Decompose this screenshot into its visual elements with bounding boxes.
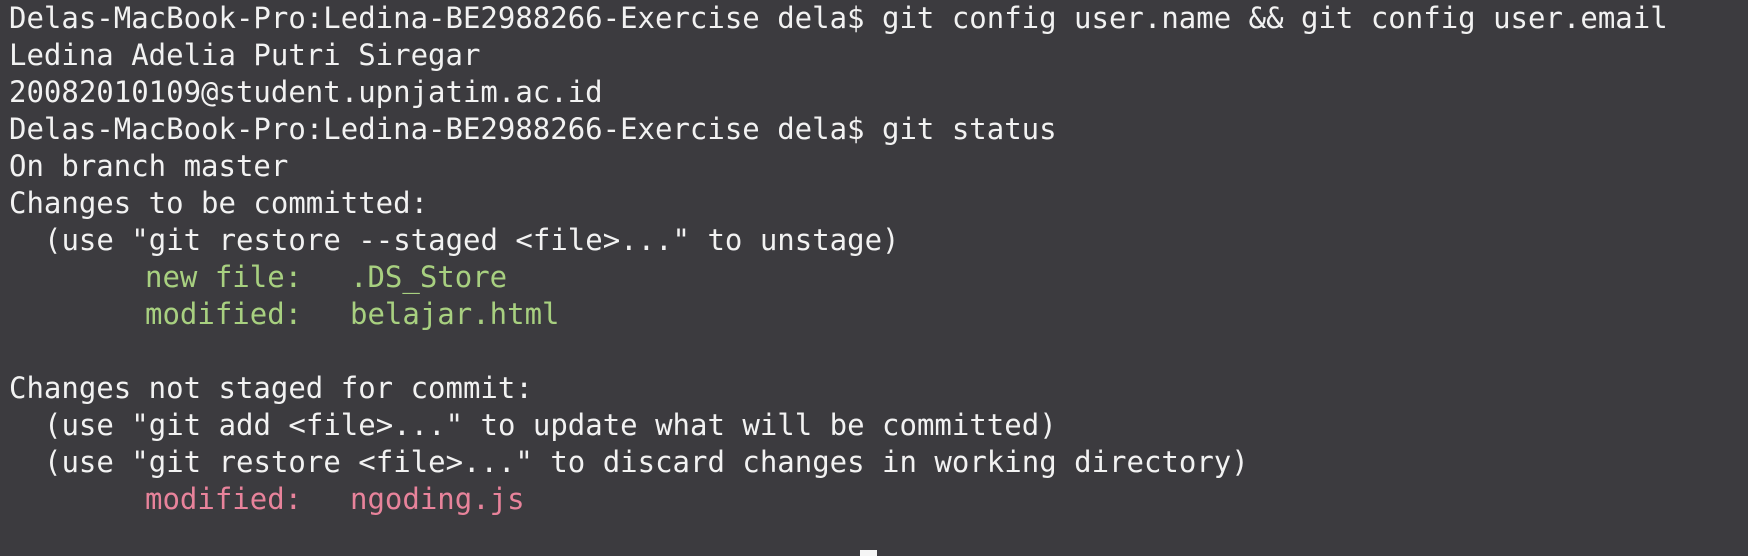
output-line-branch: On branch master (9, 149, 289, 183)
prompt: Delas-MacBook-Pro:Ledina-BE2988266-Exerc… (9, 112, 865, 146)
output-line-unstaged-heading: Changes not staged for commit: (9, 371, 533, 405)
prompt: Delas-MacBook-Pro:Ledina-BE2988266-Exerc… (9, 1, 865, 35)
command-text: git status (881, 112, 1057, 146)
command-line-2: Delas-MacBook-Pro:Ledina-BE2988266-Exerc… (9, 111, 1748, 148)
file-name: ngoding.js (350, 482, 525, 516)
output-line-username: Ledina Adelia Putri Siregar (9, 38, 481, 72)
staged-file-row: new file: .DS_Store (9, 259, 1748, 296)
unstaged-file-row: modified: ngoding.js (9, 481, 1748, 518)
file-status-label: modified: (145, 482, 303, 516)
terminal-window[interactable]: Delas-MacBook-Pro:Ledina-BE2988266-Exerc… (0, 0, 1748, 556)
hint-line-add: (use "git add <file>..." to update what … (44, 408, 1057, 442)
file-name: belajar.html (350, 297, 560, 331)
hint-line-unstage: (use "git restore --staged <file>..." to… (44, 223, 900, 257)
command-line-1: Delas-MacBook-Pro:Ledina-BE2988266-Exerc… (9, 0, 1748, 37)
command-text: git config user.name && git config user.… (881, 1, 1668, 35)
file-status-label: new file: (145, 260, 303, 294)
staged-file-row: modified: belajar.html (9, 296, 1748, 333)
file-name: .DS_Store (350, 260, 508, 294)
hint-line-restore: (use "git restore <file>..." to discard … (44, 445, 1249, 479)
file-status-label: modified: (145, 297, 303, 331)
text-cursor (860, 550, 877, 556)
output-line-email: 20082010109@student.upnjatim.ac.id (9, 75, 603, 109)
output-line-staged-heading: Changes to be committed: (9, 186, 429, 220)
